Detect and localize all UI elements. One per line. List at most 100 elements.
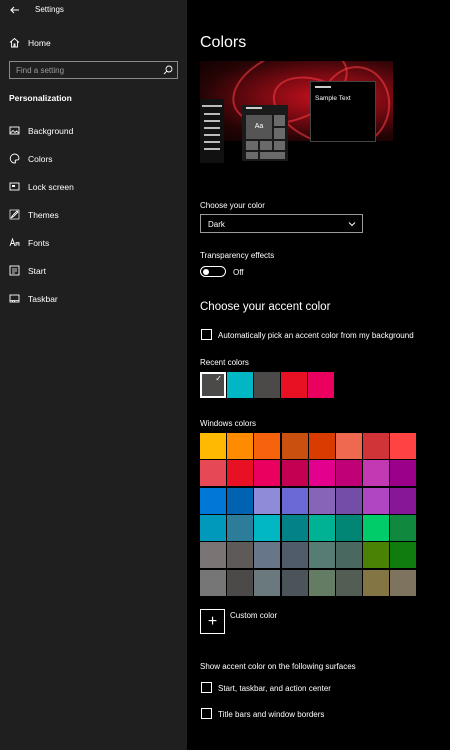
windows-color-swatch[interactable] (308, 514, 335, 541)
windows-color-swatch[interactable] (390, 514, 417, 541)
title-bar: Settings (0, 0, 187, 20)
windows-color-swatch[interactable] (336, 514, 362, 541)
start-menu-preview (200, 99, 224, 163)
sidebar-item-background[interactable]: Background (0, 121, 187, 141)
windows-color-swatch[interactable] (254, 460, 281, 487)
windows-color-swatch[interactable] (363, 514, 390, 541)
windows-color-swatch[interactable] (308, 460, 335, 487)
sidebar-item-label: Colors (28, 154, 53, 164)
custom-color-button[interactable]: + (200, 609, 225, 634)
start-line (204, 134, 220, 136)
transparency-toggle[interactable] (200, 266, 226, 277)
windows-color-swatch[interactable] (308, 433, 335, 459)
surface-start-checkbox[interactable] (201, 682, 212, 693)
windows-color-swatch[interactable] (227, 433, 254, 459)
windows-color-swatch[interactable] (390, 433, 417, 459)
sidebar-item-label: Lock screen (28, 182, 74, 192)
sidebar-item-taskbar[interactable]: Taskbar (0, 289, 187, 309)
windows-color-swatch[interactable] (254, 487, 281, 514)
windows-color-swatch[interactable] (200, 569, 226, 596)
windows-color-swatch[interactable] (227, 514, 254, 541)
windows-color-swatch[interactable] (363, 460, 390, 487)
windows-color-swatch[interactable] (336, 542, 362, 569)
toggle-knob (203, 269, 209, 275)
recent-color-swatch[interactable] (308, 372, 334, 398)
windows-color-swatch[interactable] (200, 514, 226, 541)
sidebar-item-label: Home (28, 38, 51, 48)
windows-color-swatch[interactable] (200, 433, 226, 459)
sidebar-item-start[interactable]: Start (0, 261, 187, 281)
windows-color-swatch[interactable] (254, 542, 281, 569)
sidebar-item-home[interactable]: Home (0, 33, 187, 53)
recent-color-swatch[interactable] (281, 372, 307, 398)
chevron-down-icon (348, 222, 356, 227)
sidebar-item-themes[interactable]: Themes (0, 205, 187, 225)
sample-window-preview: Sample Text (310, 81, 376, 142)
taskbar-icon (9, 294, 20, 303)
windows-color-swatch[interactable] (281, 433, 308, 459)
windows-color-swatch[interactable] (336, 487, 362, 514)
windows-color-swatch[interactable] (227, 569, 254, 596)
windows-color-swatch[interactable] (308, 569, 335, 596)
windows-color-swatch[interactable] (336, 433, 362, 459)
section-title: Personalization (9, 93, 72, 103)
windows-color-swatch[interactable] (254, 514, 281, 541)
back-arrow-icon[interactable] (8, 3, 22, 17)
windows-color-swatch[interactable] (200, 487, 226, 514)
windows-color-swatch[interactable] (390, 487, 417, 514)
search-input[interactable]: Find a setting (9, 61, 178, 79)
plus-icon: + (207, 613, 218, 630)
sidebar: Settings Home Find a setting Personaliza… (0, 0, 187, 750)
choose-color-dropdown[interactable]: Dark (200, 214, 363, 233)
surface-titlebar-checkbox[interactable] (201, 708, 212, 719)
sidebar-item-label: Start (28, 266, 46, 276)
recent-color-swatch[interactable]: ✓ (200, 372, 226, 398)
tile-aa: Aa (246, 115, 272, 139)
windows-color-swatch[interactable] (390, 542, 417, 569)
windows-color-swatch[interactable] (281, 514, 308, 541)
windows-color-swatch[interactable] (308, 487, 335, 514)
sidebar-item-label: Fonts (28, 238, 50, 248)
windows-color-swatch[interactable] (363, 569, 390, 596)
sidebar-item-fonts[interactable]: Fonts (0, 233, 187, 253)
windows-color-swatch[interactable] (254, 433, 281, 459)
transparency-label: Transparency effects (200, 251, 275, 260)
image-icon (9, 126, 20, 135)
windows-color-swatch[interactable] (227, 487, 254, 514)
sidebar-item-lock-screen[interactable]: Lock screen (0, 177, 187, 197)
sample-text: Sample Text (315, 95, 351, 102)
tile (246, 152, 258, 159)
start-line (204, 113, 220, 115)
windows-color-swatch[interactable] (227, 542, 254, 569)
windows-color-swatch[interactable] (363, 487, 390, 514)
start-icon (9, 265, 20, 276)
windows-color-swatch[interactable] (281, 542, 308, 569)
windows-color-swatch[interactable] (254, 569, 281, 596)
windows-color-swatch[interactable] (363, 542, 390, 569)
tile (260, 152, 285, 159)
search-icon[interactable] (163, 65, 173, 75)
choose-color-label: Choose your color (200, 201, 265, 210)
windows-color-swatch[interactable] (227, 460, 254, 487)
windows-color-swatch[interactable] (390, 460, 417, 487)
themes-icon (9, 209, 20, 220)
windows-color-swatch[interactable] (200, 542, 226, 569)
windows-color-swatch[interactable] (363, 433, 390, 459)
sidebar-item-label: Themes (28, 210, 59, 220)
windows-color-swatch[interactable] (281, 487, 308, 514)
search-placeholder: Find a setting (16, 66, 65, 75)
windows-color-swatch[interactable] (200, 460, 226, 487)
windows-color-swatch[interactable] (336, 569, 362, 596)
windows-color-swatch[interactable] (336, 460, 362, 487)
windows-color-swatch[interactable] (308, 542, 335, 569)
windows-color-swatch[interactable] (281, 569, 308, 596)
tiles-preview: Aa (242, 105, 288, 161)
recent-color-swatch[interactable] (227, 372, 253, 398)
auto-pick-checkbox[interactable] (201, 329, 212, 340)
windows-color-swatch[interactable] (281, 460, 308, 487)
app-title: Settings (35, 5, 64, 14)
recent-color-swatch[interactable] (254, 372, 280, 398)
recent-colors-label: Recent colors (200, 358, 249, 367)
windows-color-swatch[interactable] (390, 569, 417, 596)
sidebar-item-colors[interactable]: Colors (0, 149, 187, 169)
